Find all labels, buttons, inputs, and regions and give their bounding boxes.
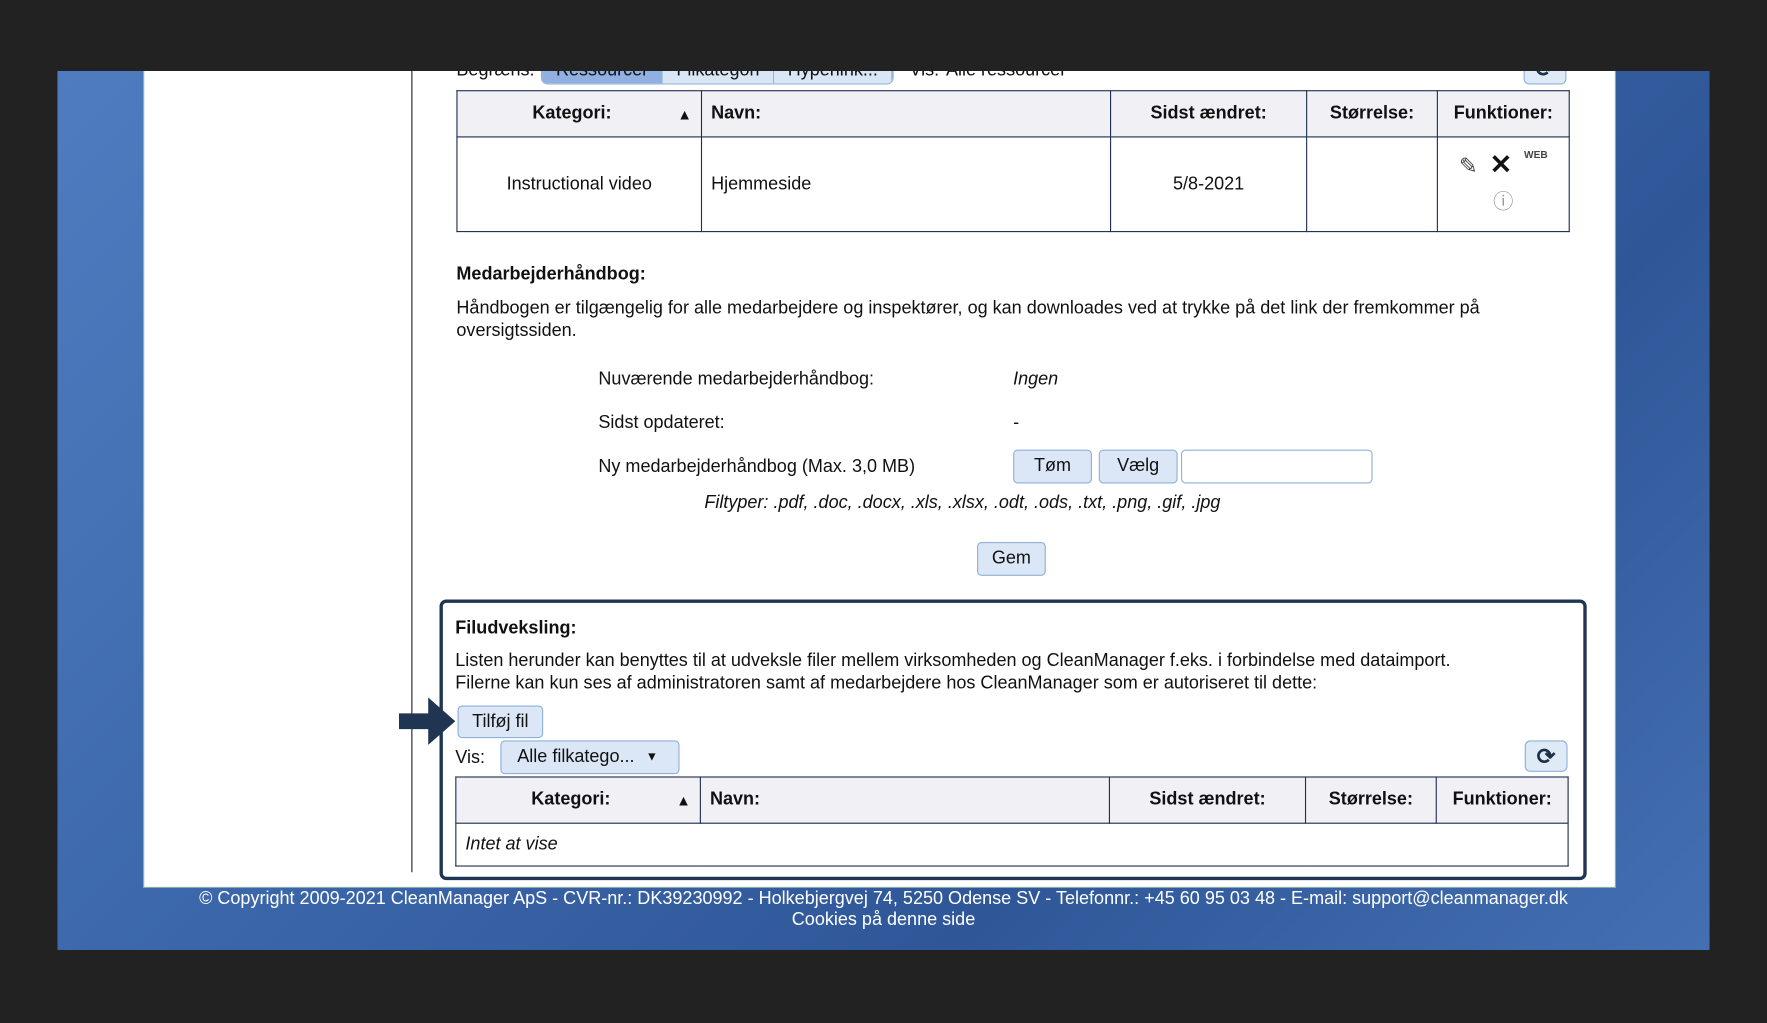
- table-header: Kategori: ▲ Navn: Sidst ændret: Størrelse…: [456, 90, 1570, 138]
- handbook-description: Håndbogen er tilgængelig for alle medarb…: [456, 298, 1480, 341]
- col-stoerrelse[interactable]: Størrelse:: [1306, 90, 1438, 138]
- col-sidst-aendret[interactable]: Sidst ændret:: [1110, 90, 1308, 138]
- handbook-title: Medarbejderhåndbog:: [456, 264, 646, 284]
- cell-date: 5/8-2021: [1110, 136, 1308, 233]
- exchange-line-2: Filerne kan kun ses af administratoren s…: [455, 673, 1318, 694]
- info-icon[interactable]: ⓘ: [1439, 186, 1567, 215]
- updated-label: Sidst opdateret:: [598, 413, 725, 433]
- sort-asc-icon[interactable]: ▲: [676, 792, 691, 809]
- footer-cookies-wrap: Cookies på denne side: [57, 911, 1709, 931]
- filter-tabs: Ressourcer Filkategori Hyperlink...: [541, 70, 894, 85]
- filter-label: Begræns:: [456, 71, 534, 81]
- resource-filter-bar: Begræns: Ressourcer Filkategori Hyperlin…: [456, 70, 1066, 85]
- exchange-line-1: Listen herunder kan benyttes til at udve…: [455, 651, 1451, 671]
- cookies-link[interactable]: Cookies på denne side: [792, 911, 975, 930]
- tab-filkategori[interactable]: Filkategori: [662, 70, 775, 84]
- cell-functions: ✎ ✕ WEB ⓘ: [1436, 136, 1570, 233]
- file-exchange-section: Filudveksling: Listen herunder kan benyt…: [439, 599, 1587, 881]
- clear-button[interactable]: Tøm: [1013, 449, 1092, 484]
- filetypes-hint: Filtyper: .pdf, .doc, .docx, .xls, .xlsx…: [704, 493, 1221, 513]
- refresh-button[interactable]: ⟳: [1524, 740, 1568, 772]
- col-sidst-aendret[interactable]: Sidst ændret:: [1108, 776, 1307, 824]
- cell-size: [1306, 136, 1438, 233]
- col-funktioner: Funktioner:: [1436, 90, 1570, 138]
- exchange-vis-label: Vis:: [455, 748, 486, 768]
- vis-value[interactable]: Alle ressourcer: [946, 71, 1066, 81]
- col-funktioner: Funktioner:: [1435, 776, 1569, 824]
- file-category-dropdown[interactable]: Alle filkatego... ▼: [500, 740, 680, 775]
- current-handbook-label: Nuværende medarbejderhåndbog:: [598, 369, 875, 389]
- cell-kategori: Instructional video: [456, 136, 703, 233]
- browser-viewport: Begræns: Ressourcer Filkategori Hyperlin…: [57, 70, 1710, 950]
- arrow-pointer-icon: [398, 697, 456, 745]
- col-kategori[interactable]: Kategori: ▲: [456, 90, 703, 138]
- resources-table: Kategori: ▲ Navn: Sidst ændret: Størrelse…: [456, 90, 1570, 233]
- refresh-button-top[interactable]: ⟳: [1523, 70, 1567, 85]
- current-handbook-value: Ingen: [1013, 369, 1059, 389]
- empty-message: Intet at vise: [455, 822, 1569, 867]
- sort-asc-icon[interactable]: ▲: [677, 106, 692, 123]
- updated-value: -: [1013, 413, 1020, 433]
- col-navn[interactable]: Navn:: [699, 776, 1111, 824]
- delete-x-icon[interactable]: ✕: [1490, 150, 1513, 180]
- tab-hyperlink[interactable]: Hyperlink...: [774, 70, 893, 84]
- edit-pencil-icon[interactable]: ✎: [1459, 154, 1478, 179]
- col-stoerrelse[interactable]: Størrelse:: [1304, 776, 1437, 824]
- dropdown-arrow-icon: ▼: [645, 750, 659, 765]
- exchange-table: Kategori: ▲ Navn: Sidst ændret: Størrelse…: [455, 776, 1569, 867]
- tab-ressourcer[interactable]: Ressourcer: [542, 70, 663, 84]
- col-navn[interactable]: Navn:: [700, 90, 1112, 138]
- file-name-field[interactable]: [1181, 449, 1373, 484]
- table-header: Kategori: ▲ Navn: Sidst ændret: Størrelse…: [455, 776, 1569, 824]
- footer-copyright: © Copyright 2009-2021 CleanManager ApS -…: [199, 889, 1568, 909]
- save-button[interactable]: Gem: [977, 542, 1046, 576]
- new-handbook-label: Ny medarbejderhåndbog (Max. 3,0 MB): [598, 457, 916, 477]
- exchange-title: Filudveksling:: [455, 618, 577, 638]
- choose-file-button[interactable]: Vælg: [1098, 449, 1178, 484]
- table-row: Instructional video Hjemmeside 5/8-2021 …: [456, 136, 1570, 233]
- add-file-button[interactable]: Tilføj fil: [457, 705, 544, 739]
- empty-row: Intet at vise: [455, 822, 1569, 867]
- vis-label: Vis:: [909, 71, 939, 81]
- web-icon[interactable]: WEB: [1524, 149, 1548, 160]
- dropdown-value: Alle filkatego...: [517, 747, 635, 767]
- sidebar-divider: [411, 70, 413, 873]
- cell-navn[interactable]: Hjemmeside: [700, 136, 1112, 233]
- col-kategori[interactable]: Kategori: ▲: [455, 776, 701, 824]
